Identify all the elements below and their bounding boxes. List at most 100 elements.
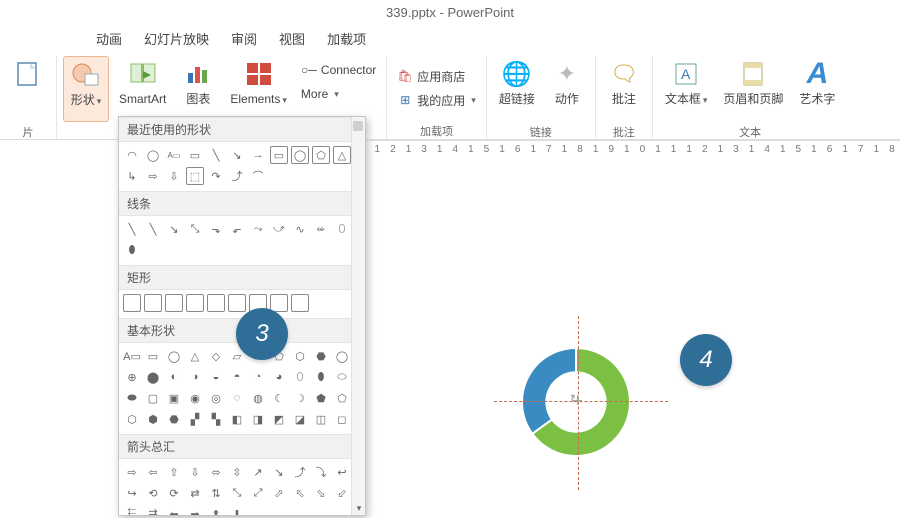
shape-option[interactable]: ⬬ <box>123 389 141 407</box>
shape-option[interactable]: ⇅ <box>207 484 225 502</box>
shape-option[interactable]: A▭ <box>165 146 183 164</box>
action-button[interactable]: ✦ 动作 <box>545 56 589 122</box>
myapps-button[interactable]: ⊞ 我的应用▾ <box>393 90 480 110</box>
shape-option[interactable]: ◑ <box>186 368 204 386</box>
shape-option[interactable]: ⇦ <box>144 463 162 481</box>
shape-option[interactable]: ↩ <box>333 463 351 481</box>
shape-option[interactable]: ◨ <box>249 410 267 428</box>
shape-option[interactable]: ⬱ <box>123 505 141 515</box>
shape-option[interactable]: ╲ <box>144 220 162 238</box>
shape-option[interactable]: ╲ <box>123 220 141 238</box>
menu-slideshow[interactable]: 幻灯片放映 <box>144 29 209 48</box>
shape-option[interactable]: ☾ <box>270 389 288 407</box>
shape-option[interactable]: ⬣ <box>312 347 330 365</box>
shape-option[interactable] <box>186 294 204 312</box>
shape-option[interactable]: ⤢ <box>249 484 267 502</box>
shape-option[interactable]: ◪ <box>291 410 309 428</box>
shape-option[interactable]: ⊕ <box>123 368 141 386</box>
shape-option[interactable]: ⤡ <box>228 484 246 502</box>
shape-option[interactable]: ⬡ <box>123 410 141 428</box>
shape-option[interactable]: ⤵ <box>312 463 330 481</box>
shapes-button[interactable]: 形状▾ <box>63 56 109 122</box>
shape-option[interactable] <box>270 294 288 312</box>
shape-option[interactable]: ⬣ <box>165 410 183 428</box>
header-footer-button[interactable]: 页眉和页脚 <box>717 56 789 122</box>
shape-option[interactable]: ▞ <box>186 410 204 428</box>
scroll-thumb[interactable] <box>353 121 363 131</box>
shape-option[interactable]: ↳ <box>123 167 141 185</box>
partial-button-left[interactable] <box>6 56 50 122</box>
shape-option[interactable]: ➡ <box>186 505 204 515</box>
shape-option[interactable]: △ <box>333 146 351 164</box>
shape-option[interactable]: ▚ <box>207 410 225 428</box>
shape-option[interactable]: ◌ <box>228 389 246 407</box>
shape-option[interactable]: ↪ <box>123 484 141 502</box>
shape-option[interactable]: ◠ <box>123 146 141 164</box>
shape-option[interactable]: ⬮ <box>312 368 330 386</box>
shape-option[interactable]: ⬤ <box>144 368 162 386</box>
shape-option[interactable]: ◇ <box>207 347 225 365</box>
shape-option[interactable]: ⬃ <box>333 484 351 502</box>
shape-option[interactable]: A▭ <box>123 347 141 365</box>
shape-option[interactable]: ▭ <box>144 347 162 365</box>
shape-option[interactable]: ↘ <box>228 146 246 164</box>
shape-option[interactable]: ◉ <box>186 389 204 407</box>
more-button[interactable]: More▾ <box>297 84 380 104</box>
shape-option[interactable]: ◯ <box>291 146 309 164</box>
shape-option[interactable]: ⬅ <box>165 505 183 515</box>
scroll-down-icon[interactable]: ▾ <box>352 501 366 515</box>
shape-option[interactable]: ⬁ <box>291 484 309 502</box>
shape-option[interactable]: ⇳ <box>228 463 246 481</box>
shape-option[interactable]: ◯ <box>165 347 183 365</box>
wordart-button[interactable]: A 艺术字 <box>793 56 841 122</box>
shape-option[interactable]: ⇨ <box>123 463 141 481</box>
shape-option[interactable]: ⬆ <box>207 505 225 515</box>
shape-option[interactable]: ◯ <box>144 146 162 164</box>
shape-option[interactable]: ⬡ <box>291 347 309 365</box>
shape-option[interactable]: ⇩ <box>186 463 204 481</box>
shape-option[interactable] <box>207 294 225 312</box>
shape-option[interactable]: ↷ <box>207 167 225 185</box>
shape-option[interactable]: ⤻ <box>270 220 288 238</box>
shape-option[interactable]: ⬢ <box>144 410 162 428</box>
shape-option[interactable] <box>144 294 162 312</box>
donut-shape[interactable]: ↻ <box>518 344 634 460</box>
shape-option[interactable]: ↘ <box>165 220 183 238</box>
shape-option[interactable]: ◎ <box>207 389 225 407</box>
smartart-button[interactable]: SmartArt <box>113 56 172 122</box>
shape-option[interactable] <box>291 294 309 312</box>
shape-option[interactable]: ⟳ <box>165 484 183 502</box>
shape-option[interactable]: ⇶ <box>144 505 162 515</box>
slide-canvas[interactable]: ↻ <box>380 170 880 510</box>
chart-button[interactable]: 图表 <box>176 56 220 122</box>
shape-option[interactable]: ▭ <box>186 146 204 164</box>
shape-option[interactable]: ⬠ <box>312 146 330 164</box>
shape-option[interactable] <box>123 294 141 312</box>
hyperlink-button[interactable]: 🌐 超链接 <box>493 56 541 122</box>
shape-option[interactable]: ⬮ <box>123 241 141 259</box>
menu-view[interactable]: 视图 <box>279 29 305 48</box>
shape-option[interactable]: ◒ <box>207 368 225 386</box>
shape-option[interactable]: ⤡ <box>186 220 204 238</box>
gallery-scrollbar[interactable]: ▴ ▾ <box>351 117 365 515</box>
shape-option[interactable]: ⌒ <box>249 167 267 185</box>
shape-option[interactable]: ☽ <box>291 389 309 407</box>
shape-option[interactable]: ╲ <box>207 146 225 164</box>
shape-option[interactable]: ⇄ <box>186 484 204 502</box>
shape-option[interactable]: ◍ <box>249 389 267 407</box>
shape-option[interactable]: ⬄ <box>207 463 225 481</box>
shape-option[interactable]: ⇧ <box>165 463 183 481</box>
shape-option[interactable]: ⬂ <box>312 484 330 502</box>
shape-option[interactable]: ◫ <box>312 410 330 428</box>
shape-option[interactable]: ◐ <box>165 368 183 386</box>
shape-option[interactable]: ↗ <box>249 463 267 481</box>
menu-animation[interactable]: 动画 <box>96 29 122 48</box>
shape-option[interactable]: ▢ <box>144 389 162 407</box>
shape-option[interactable]: ◔ <box>249 368 267 386</box>
rotate-handle-icon[interactable]: ↻ <box>570 392 580 406</box>
shape-option[interactable]: ◓ <box>228 368 246 386</box>
shape-option[interactable]: ◻ <box>333 410 351 428</box>
connector-button[interactable]: ○─ Connector <box>297 60 380 80</box>
shape-option[interactable] <box>165 294 183 312</box>
shape-option[interactable]: ⟲ <box>144 484 162 502</box>
